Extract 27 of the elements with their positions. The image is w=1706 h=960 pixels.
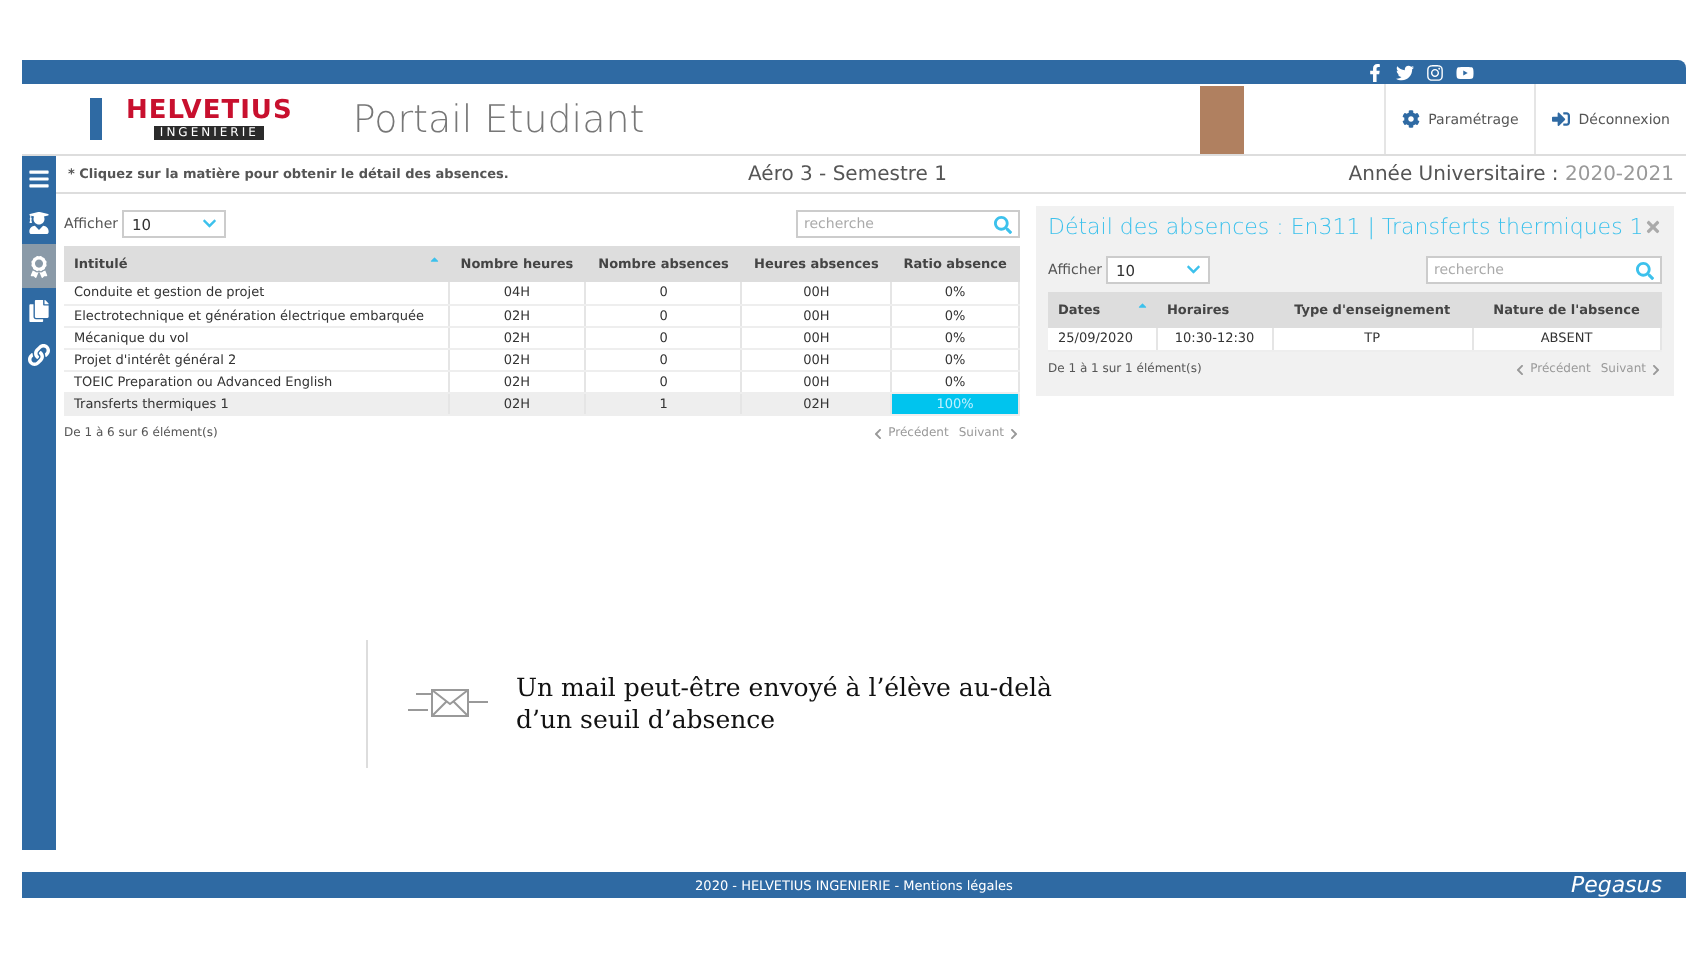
logout-icon — [1552, 110, 1571, 128]
portal-title: Portail Etudiant — [352, 97, 647, 141]
youtube-icon[interactable] — [1456, 63, 1474, 81]
instagram-icon[interactable] — [1426, 63, 1444, 81]
documents-icon — [28, 299, 50, 321]
graduate-icon — [28, 211, 50, 233]
search-icon — [994, 215, 1012, 233]
chevron-icon — [1185, 262, 1201, 278]
award-icon — [28, 255, 50, 277]
settings-icon — [1402, 110, 1421, 128]
search-icon — [1636, 261, 1654, 279]
photo-placeholder — [1200, 85, 1245, 153]
chevron-left-icon — [872, 427, 885, 439]
link-icon — [28, 343, 50, 365]
sidebar-item[interactable] — [22, 244, 56, 288]
chevron-left-icon — [1514, 363, 1527, 375]
chevron-right-icon — [1650, 363, 1662, 375]
brand-logo: Pegasus — [1570, 872, 1662, 898]
twitter-icon[interactable] — [1396, 63, 1414, 81]
class-label: Aéro 3 - Semestre 1 — [748, 163, 949, 185]
chevron-right-icon — [1008, 427, 1020, 439]
menu-icon — [28, 167, 50, 189]
callout-text: Un mail peut-être envoyé à l’élève au-delà d’un seuil d’absence — [516, 671, 1054, 737]
panel-title: Détail des absences : En311 | Transferts thermiques 1 — [1048, 214, 1644, 240]
academic-year: Année Universitaire : 2020-2021 — [1348, 163, 1674, 185]
chevron-icon — [201, 216, 217, 232]
facebook-icon[interactable] — [1366, 63, 1384, 81]
